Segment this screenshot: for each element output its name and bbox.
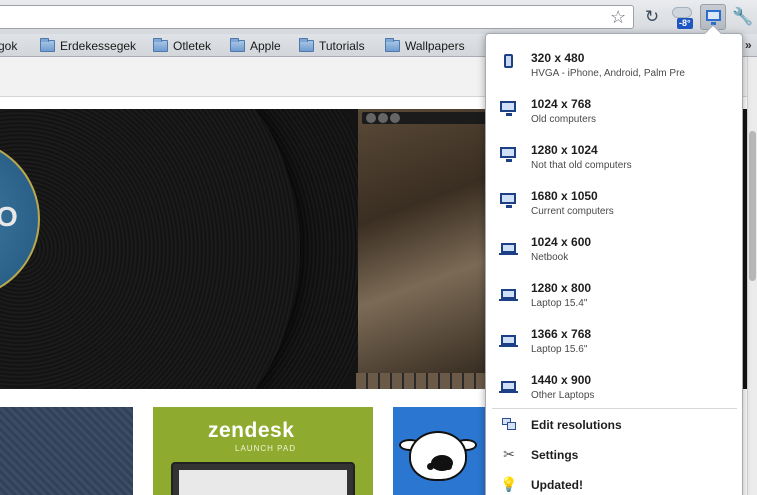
resolution-title: 1024 x 768 (531, 97, 592, 111)
resolution-subtitle: Other Laptops (531, 390, 595, 401)
bookmark-folder-tutorials[interactable]: Tutorials (299, 38, 365, 54)
resolution-subtitle: Current computers (531, 206, 614, 217)
laptop-icon (499, 381, 518, 393)
folder-icon (40, 38, 55, 52)
bookmark-folder-erdekessegek[interactable]: Erdekessegek (40, 38, 136, 54)
monitor-illustration (171, 462, 355, 495)
thumbnail-strip (356, 373, 496, 389)
bookmark-label: Erdekessegek (60, 39, 137, 53)
resolution-title: 1366 x 768 (531, 327, 592, 341)
showcase-card-dark[interactable] (0, 407, 133, 495)
woman-photo-image (358, 109, 498, 389)
player-prev-icon[interactable] (366, 113, 376, 123)
resolution-option[interactable]: 1280 x 800 Laptop 15.4" (486, 269, 742, 315)
resolution-title: 1680 x 1050 (531, 189, 598, 203)
resolution-title: 320 x 480 (531, 51, 585, 65)
weather-extension-button[interactable]: -8° (670, 6, 694, 29)
window-resizer-icon (706, 10, 721, 21)
action-label: Edit resolutions (531, 418, 622, 432)
star-icon[interactable]: ☆ (610, 7, 626, 27)
bookmark-gok[interactable]: gok (0, 38, 17, 54)
folder-icon (299, 38, 314, 52)
settings-button[interactable]: ✂ Settings (486, 440, 742, 468)
bookmark-label: gok (0, 39, 18, 53)
vinyl-record-image (0, 109, 300, 389)
updated-button[interactable]: 💡 Updated! (486, 470, 742, 495)
bookmark-folder-wallpapers[interactable]: Wallpapers (385, 38, 465, 54)
resolution-option[interactable]: 1024 x 768 Old computers (486, 85, 742, 131)
resolution-title: 1024 x 600 (531, 235, 592, 249)
address-bar[interactable] (0, 5, 634, 29)
tools-icon: ✂ (503, 446, 515, 462)
monitor-icon (500, 101, 516, 116)
lightbulb-icon: 💡 (500, 476, 518, 492)
folder-icon (153, 38, 168, 52)
browser-toolbar: ☆ ↻ -8° 🔧 (0, 0, 757, 34)
bookmark-label: Wallpapers (405, 39, 465, 53)
phone-icon (504, 54, 513, 68)
resolution-option[interactable]: 1280 x 1024 Not that old computers (486, 131, 742, 177)
laptop-icon (499, 289, 518, 301)
resolution-subtitle: Netbook (531, 252, 569, 263)
bookmark-label: Tutorials (319, 39, 365, 53)
bookmark-label: Otletek (173, 39, 212, 53)
resolution-subtitle: Laptop 15.6" (531, 344, 588, 355)
monitor-icon (500, 147, 516, 162)
resolution-subtitle: Old computers (531, 114, 597, 125)
music-player-bar (362, 112, 497, 124)
laptop-icon (499, 243, 518, 255)
resolution-title: 1280 x 1024 (531, 143, 598, 157)
resolution-title: 1440 x 900 (531, 373, 592, 387)
resolution-title: 1280 x 800 (531, 281, 592, 295)
player-next-icon[interactable] (390, 113, 400, 123)
player-pause-icon[interactable] (378, 113, 388, 123)
cow-icon (409, 431, 467, 481)
popup-divider (492, 408, 737, 409)
monitor-screen (179, 470, 347, 495)
browser-window: ☆ ↻ -8° 🔧 gok Erdekessegek Otletek Apple (0, 0, 757, 495)
resolution-option[interactable]: 1680 x 1050 Current computers (486, 177, 742, 223)
monitor-icon (500, 193, 516, 208)
bookmark-folder-otletek[interactable]: Otletek (153, 38, 211, 54)
cow-eye (427, 463, 434, 470)
cow-eye (445, 463, 452, 470)
weather-icon (672, 7, 692, 18)
resolution-subtitle: Laptop 15.4" (531, 298, 588, 309)
resolution-option[interactable]: 1440 x 900 Other Laptops (486, 361, 742, 407)
action-label: Settings (531, 448, 579, 462)
page-scrollbar[interactable] (747, 57, 757, 495)
weather-temp-badge: -8° (677, 18, 693, 29)
folder-icon (230, 38, 245, 52)
bookmarks-overflow-chevron-icon[interactable]: » (745, 38, 752, 52)
scrollbar-thumb[interactable] (749, 131, 756, 281)
resolution-option[interactable]: 1024 x 600 Netbook (486, 223, 742, 269)
resolution-option[interactable]: 1366 x 768 Laptop 15.6" (486, 315, 742, 361)
bookmark-label: Apple (250, 39, 281, 53)
zendesk-logo: zendesk (208, 419, 295, 442)
folder-icon (385, 38, 400, 52)
zendesk-subtitle: LAUNCH PAD (235, 444, 296, 453)
resolution-subtitle: HVGA - iPhone, Android, Palm Pre (531, 68, 685, 79)
wrench-icon[interactable]: 🔧 (731, 6, 755, 28)
vinyl-label-text: O (0, 201, 18, 232)
resolution-option[interactable]: 320 x 480 HVGA - iPhone, Android, Palm P… (486, 39, 742, 85)
edit-resolutions-icon (500, 416, 518, 432)
bookmark-folder-apple[interactable]: Apple (230, 38, 281, 54)
refresh-extension-icon[interactable]: ↻ (640, 6, 664, 28)
showcase-card-zendesk[interactable]: zendesk LAUNCH PAD (153, 407, 373, 495)
laptop-icon (499, 335, 518, 347)
edit-resolutions-button[interactable]: Edit resolutions (486, 410, 742, 438)
resolution-subtitle: Not that old computers (531, 160, 632, 171)
action-label: Updated! (531, 478, 583, 492)
window-resizer-popup: 320 x 480 HVGA - iPhone, Android, Palm P… (485, 24, 743, 495)
